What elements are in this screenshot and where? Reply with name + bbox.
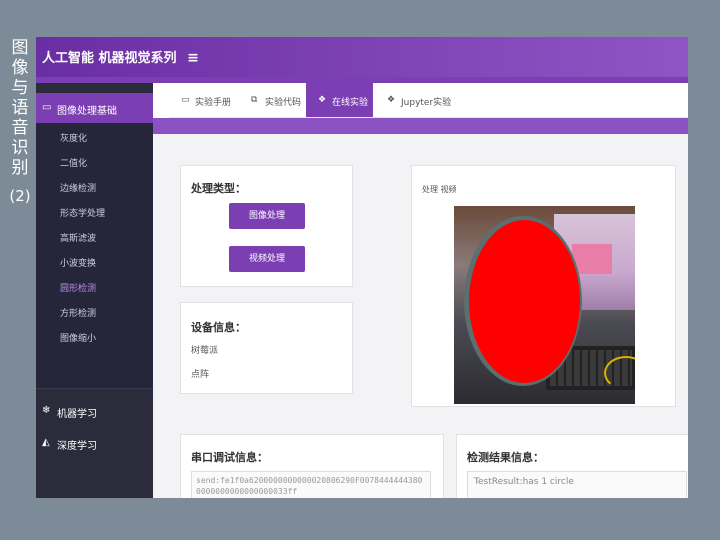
sidebar-group-label: 机器学习 <box>57 409 97 420</box>
side-title-sub: (2) <box>9 187 31 205</box>
content-header-strip <box>153 118 688 134</box>
device-line: 树莓派 <box>191 346 219 356</box>
sidebar-item-gaussian[interactable]: 高斯滤波 <box>60 231 96 244</box>
tab-online[interactable]: ❖ 在线实验 <box>306 83 373 117</box>
tab-label: 实验代码 <box>265 98 302 108</box>
sidebar-item-grayscale[interactable]: 灰度化 <box>60 131 87 144</box>
sidebar-item-square-detect[interactable]: 方形检测 <box>60 306 96 319</box>
tab-jupyter[interactable]: ❖ Jupyter实验 <box>375 83 465 117</box>
snowflake-icon: ❄ <box>42 405 51 416</box>
area-chart-icon: ◭ <box>42 437 50 448</box>
divider <box>36 388 153 389</box>
detected-circle-marker <box>469 220 580 383</box>
cubes-icon: ❖ <box>387 95 396 105</box>
side-title-char: 语 <box>11 98 29 118</box>
preview-label: 处理 视频 <box>422 185 457 194</box>
sidebar-group-machine-learning[interactable]: ❄ 机器学习 <box>36 396 153 426</box>
tab-label: Jupyter实验 <box>401 98 452 108</box>
card-title: 串口调试信息： <box>191 451 268 464</box>
sidebar: ▭ 图像处理基础 灰度化 二值化 边缘检测 形态学处理 高斯滤波 小波变换 圆形… <box>36 83 153 498</box>
sidebar-submenu: 灰度化 二值化 边缘检测 形态学处理 高斯滤波 小波变换 圆形检测 方形检测 图… <box>36 123 153 388</box>
result-card: 检测结果信息： TestResult:has 1 circle <box>456 434 688 498</box>
tab-code[interactable]: ⧉ 实验代码 <box>239 83 305 117</box>
tab-label: 在线实验 <box>332 98 369 108</box>
sidebar-item-morphology[interactable]: 形态学处理 <box>60 206 105 219</box>
preview-card: 处理 视频 <box>411 165 676 407</box>
side-title-char: 图 <box>11 38 29 58</box>
sidebar-group-image-basics[interactable]: ▭ 图像处理基础 <box>36 93 153 123</box>
app-title-text: 人工智能 机器视觉系列 <box>42 51 177 66</box>
tab-manual[interactable]: ▭ 实验手册 <box>169 83 235 117</box>
sidebar-item-image-shrink[interactable]: 图像缩小 <box>60 331 96 344</box>
tab-bar: ▭ 实验手册 ⧉ 实验代码 ❖ 在线实验 ❖ Jupyter实验 <box>169 83 688 118</box>
card-title: 设备信息： <box>191 321 246 334</box>
side-title-char: 像 <box>11 58 29 78</box>
top-bar: 人工智能 机器视觉系列 ≡ <box>36 37 688 77</box>
cubes-icon: ❖ <box>318 95 327 105</box>
sidebar-item-circle-detect[interactable]: 圆形检测 <box>60 281 96 294</box>
side-title-char: 与 <box>11 78 29 98</box>
hamburger-icon[interactable]: ≡ <box>187 50 199 66</box>
serial-output[interactable]: send:fe1f0a6200000000000020806290F007844… <box>191 471 431 498</box>
device-line: 点阵 <box>191 370 210 380</box>
app-title: 人工智能 机器视觉系列 ≡ <box>42 47 199 66</box>
app-window: 人工智能 机器视觉系列 ≡ ▭ 图像处理基础 灰度化 二值化 边缘检测 形态学处… <box>36 37 688 498</box>
monitor-icon: ▭ <box>42 102 52 113</box>
side-title-char: 音 <box>11 118 29 138</box>
process-type-card: 处理类型： 图像处理 视频处理 <box>180 165 353 287</box>
sidebar-group-label: 图像处理基础 <box>57 106 117 117</box>
card-title: 检测结果信息： <box>467 451 544 464</box>
main-content: 处理类型： 图像处理 视频处理 设备信息： 树莓派 点阵 处理 视频 串口调试信… <box>153 134 688 498</box>
side-title-char: 识 <box>11 138 29 158</box>
serial-debug-card: 串口调试信息： send:fe1f0a620000000000002080629… <box>180 434 444 498</box>
sidebar-item-wavelet[interactable]: 小波变换 <box>60 256 96 269</box>
sidebar-item-edge[interactable]: 边缘检测 <box>60 181 96 194</box>
video-process-button[interactable]: 视频处理 <box>229 246 305 272</box>
sidebar-group-deep-learning[interactable]: ◭ 深度学习 <box>36 428 153 458</box>
monitor-icon: ▭ <box>181 95 190 105</box>
sidebar-group-label: 深度学习 <box>57 441 97 452</box>
card-title: 处理类型： <box>191 182 246 195</box>
result-output[interactable]: TestResult:has 1 circle <box>467 471 687 498</box>
side-title-char: 别 <box>11 158 29 178</box>
camera-preview <box>454 206 635 404</box>
side-title: 图 像 与 语 音 识 别 (2) <box>8 38 32 206</box>
device-info-card: 设备信息： 树莓派 点阵 <box>180 302 353 394</box>
copy-icon: ⧉ <box>251 95 258 105</box>
tab-label: 实验手册 <box>195 98 232 108</box>
image-process-button[interactable]: 图像处理 <box>229 203 305 229</box>
sidebar-item-binarize[interactable]: 二值化 <box>60 156 87 169</box>
